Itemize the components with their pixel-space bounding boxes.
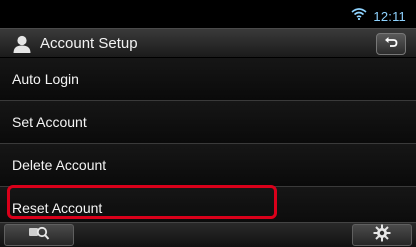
menu-item-label: Reset Account bbox=[12, 200, 103, 216]
search-button[interactable] bbox=[4, 224, 74, 246]
back-button[interactable] bbox=[376, 33, 406, 55]
menu-item-label: Delete Account bbox=[12, 157, 107, 173]
menu-item-label: Set Account bbox=[12, 114, 87, 130]
back-arrow-icon bbox=[384, 35, 398, 53]
menu-item-auto-login[interactable]: Auto Login bbox=[0, 58, 416, 101]
search-icon bbox=[28, 225, 50, 246]
settings-button[interactable] bbox=[352, 224, 412, 246]
user-icon bbox=[12, 34, 32, 54]
account-menu-list: Auto Login Set Account Delete Account Re… bbox=[0, 58, 416, 230]
wifi-icon bbox=[351, 7, 367, 25]
bottom-bar bbox=[0, 222, 416, 247]
clock-time: 12:11 bbox=[373, 8, 406, 24]
page-title: Account Setup bbox=[40, 35, 138, 52]
title-bar: Account Setup bbox=[0, 28, 416, 58]
menu-item-label: Auto Login bbox=[12, 71, 79, 87]
gear-icon bbox=[373, 224, 391, 247]
status-indicators: 12:11 bbox=[351, 7, 406, 25]
menu-item-delete-account[interactable]: Delete Account bbox=[0, 144, 416, 187]
menu-item-set-account[interactable]: Set Account bbox=[0, 101, 416, 144]
status-bar: 12:11 bbox=[0, 0, 416, 28]
